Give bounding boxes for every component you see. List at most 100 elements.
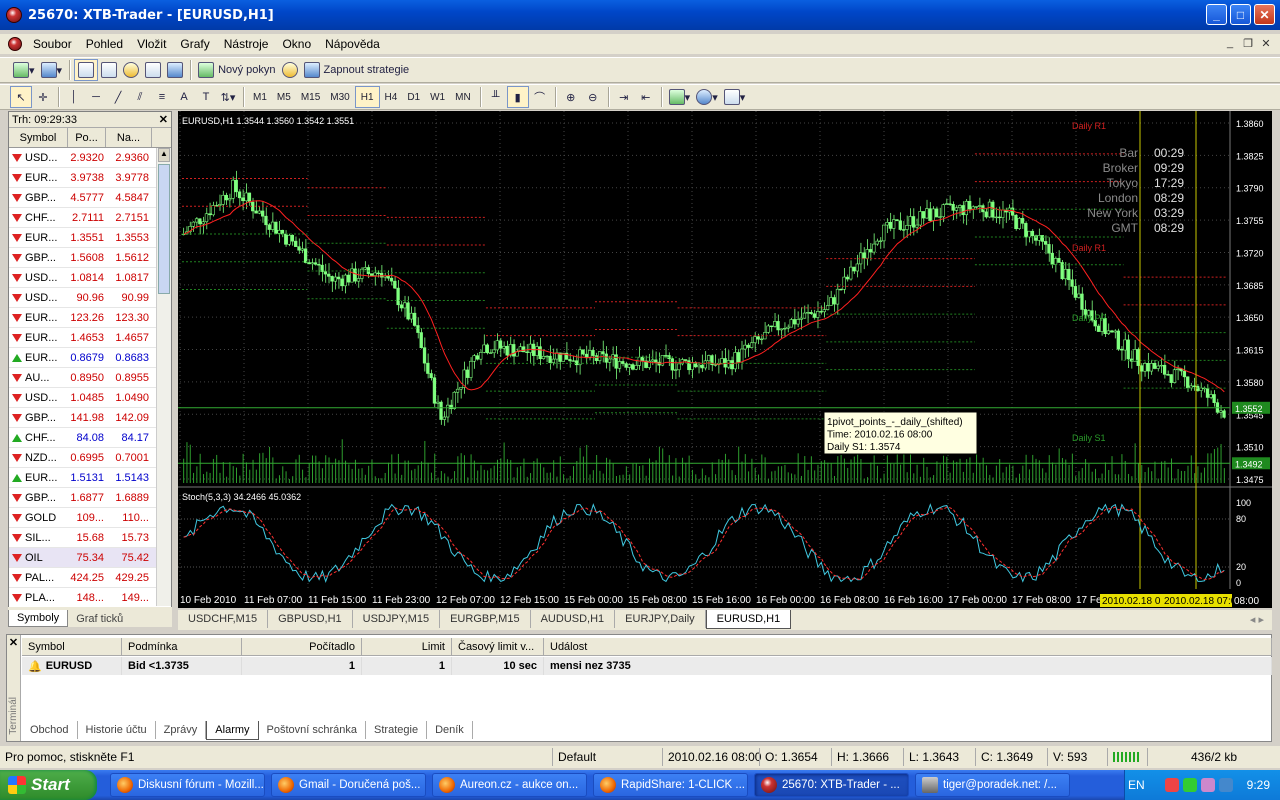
- tf-m15[interactable]: M15: [296, 86, 325, 108]
- tab-symbols[interactable]: Symboly: [8, 610, 69, 627]
- autoscroll-button[interactable]: ⇥: [613, 86, 635, 108]
- periods-clock-icon[interactable]: ▾: [693, 86, 721, 108]
- tray-network-icon[interactable]: [1182, 778, 1197, 792]
- market-watch-close-icon[interactable]: ✕: [159, 113, 171, 126]
- market-watch-row[interactable]: EUR... 1.3551 1.3553: [9, 228, 171, 248]
- task-aureon[interactable]: Aureon.cz - aukce on...: [432, 773, 587, 797]
- market-watch-row[interactable]: GBP... 141.98 142.09: [9, 408, 171, 428]
- col-condition[interactable]: Podmínka: [122, 638, 242, 655]
- language-indicator[interactable]: EN: [1128, 778, 1145, 792]
- tf-h1[interactable]: H1: [354, 86, 380, 108]
- horizontal-line-tool[interactable]: ─: [85, 86, 107, 108]
- label-tool[interactable]: T: [195, 86, 217, 108]
- menu-pohled[interactable]: Pohled: [79, 37, 130, 51]
- market-watch-row[interactable]: CHF... 84.08 84.17: [9, 428, 171, 448]
- tf-m30[interactable]: M30: [325, 86, 354, 108]
- task-firefox-forum[interactable]: Diskusní fórum - Mozill...: [110, 773, 265, 797]
- col-event[interactable]: Událost: [544, 638, 1272, 655]
- text-tool[interactable]: A: [173, 86, 195, 108]
- menu-okno[interactable]: Okno: [275, 37, 318, 51]
- tf-w1[interactable]: W1: [425, 86, 450, 108]
- market-watch-row[interactable]: CHF... 2.7111 2.7151: [9, 208, 171, 228]
- col-ask[interactable]: Na...: [106, 128, 152, 147]
- task-gmail[interactable]: Gmail - Doručená poš...: [271, 773, 426, 797]
- strategies-button[interactable]: Zapnout strategie: [301, 59, 413, 81]
- navigator-toggle[interactable]: [98, 59, 120, 81]
- alarm-row[interactable]: 🔔 EURUSD Bid <1.3735 1 1 10 sec mensi nez…: [22, 657, 1272, 675]
- candle-chart-button[interactable]: ▮: [506, 86, 529, 108]
- market-watch-row[interactable]: GBP... 4.5777 4.5847: [9, 188, 171, 208]
- crosshair-tool[interactable]: ✛: [32, 86, 54, 108]
- terminal-tab[interactable]: Obchod: [22, 721, 78, 739]
- col-symbol[interactable]: Symbol: [9, 128, 68, 147]
- chart-window[interactable]: 1.3860 1.3825 1.3790 1.3755 1.3720 1.3685 1.36…: [178, 111, 1272, 608]
- market-watch-toggle[interactable]: [74, 59, 99, 81]
- channel-tool[interactable]: ⫽: [129, 86, 151, 108]
- price-chart[interactable]: 1.3860 1.3825 1.3790 1.3755 1.3720 1.3685 1.36…: [178, 111, 1272, 608]
- terminal-tab[interactable]: Poštovní schránka: [259, 721, 367, 739]
- market-watch-row[interactable]: NZD... 0.6995 0.7001: [9, 448, 171, 468]
- col-bid[interactable]: Po...: [68, 128, 106, 147]
- trendline-tool[interactable]: ╱: [107, 86, 129, 108]
- market-watch-scrollbar[interactable]: ▲: [156, 148, 171, 606]
- task-xtb-trader[interactable]: 25670: XTB-Trader - ...: [754, 773, 909, 797]
- terminal-tab[interactable]: Zprávy: [156, 721, 207, 739]
- chart-tab[interactable]: AUDUSD,H1: [531, 610, 616, 628]
- metaeditor-button[interactable]: [279, 59, 301, 81]
- menu-nastroje[interactable]: Nástroje: [217, 37, 276, 51]
- terminal-tab[interactable]: Deník: [427, 721, 473, 739]
- tf-d1[interactable]: D1: [402, 86, 425, 108]
- market-watch-row[interactable]: USD... 2.9320 2.9360: [9, 148, 171, 168]
- chart-tab[interactable]: EURUSD,H1: [705, 610, 792, 629]
- doc-icon[interactable]: [8, 37, 22, 51]
- market-watch-row[interactable]: USD... 1.0485 1.0490: [9, 388, 171, 408]
- market-watch-row[interactable]: EUR... 0.8679 0.8683: [9, 348, 171, 368]
- line-chart-button[interactable]: ⌒: [529, 86, 551, 108]
- market-watch-row[interactable]: USD... 90.96 90.99: [9, 288, 171, 308]
- chart-tab[interactable]: EURGBP,M15: [440, 610, 531, 628]
- tester-toggle[interactable]: [164, 59, 186, 81]
- arrows-tool[interactable]: ⇅▾: [217, 86, 239, 108]
- tab-scroll-arrows-icon[interactable]: ◂ ▸: [1242, 610, 1272, 629]
- tray-update-icon[interactable]: [1218, 778, 1233, 792]
- col-counter[interactable]: Počítadlo: [242, 638, 362, 655]
- fibo-tool[interactable]: ≡: [151, 86, 173, 108]
- app-icon[interactable]: [6, 7, 22, 23]
- tf-h4[interactable]: H4: [380, 86, 403, 108]
- chart-tab[interactable]: EURJPY,Daily: [615, 610, 706, 628]
- terminal-tab[interactable]: Historie účtu: [78, 721, 156, 739]
- zoom-in-icon[interactable]: ⊕: [560, 86, 582, 108]
- terminal-tab[interactable]: Alarmy: [206, 721, 259, 740]
- market-watch-row[interactable]: GBP... 1.6877 1.6889: [9, 488, 171, 508]
- market-watch-row[interactable]: SIL... 15.68 15.73: [9, 528, 171, 548]
- tab-tick-chart[interactable]: Graf ticků: [68, 611, 131, 627]
- market-watch-row[interactable]: EUR... 1.4653 1.4657: [9, 328, 171, 348]
- col-timeout[interactable]: Časový limit v...: [452, 638, 544, 655]
- bar-chart-button[interactable]: ╨: [485, 86, 507, 108]
- tf-m1[interactable]: M1: [248, 86, 272, 108]
- terminal-close-icon[interactable]: ✕: [7, 636, 20, 649]
- chart-shift-button[interactable]: ⇤: [635, 86, 657, 108]
- task-terminal-ssh[interactable]: tiger@poradek.net: /...: [915, 773, 1070, 797]
- terminal-toggle[interactable]: [142, 59, 164, 81]
- market-watch-row[interactable]: USD... 1.0814 1.0817: [9, 268, 171, 288]
- new-order-button[interactable]: Nový pokyn: [195, 59, 278, 81]
- vertical-line-tool[interactable]: │: [63, 86, 85, 108]
- templates-button[interactable]: ▾: [721, 86, 749, 108]
- chart-tab[interactable]: USDCHF,M15: [178, 610, 269, 628]
- market-watch-row[interactable]: EUR... 1.5131 1.5143: [9, 468, 171, 488]
- terminal-tab[interactable]: Strategie: [366, 721, 428, 739]
- cursor-tool[interactable]: ↖: [10, 86, 32, 108]
- menu-soubor[interactable]: Soubor: [26, 37, 79, 51]
- menu-grafy[interactable]: Grafy: [173, 37, 216, 51]
- chart-tab[interactable]: GBPUSD,H1: [268, 610, 353, 628]
- market-watch-row[interactable]: PAL... 424.25 429.25: [9, 568, 171, 588]
- market-watch-row[interactable]: PLA... 148... 149...: [9, 588, 171, 608]
- tf-m5[interactable]: M5: [272, 86, 296, 108]
- minimize-button[interactable]: _: [1206, 4, 1227, 25]
- mdi-minimize-button[interactable]: _: [1222, 36, 1238, 50]
- mdi-close-button[interactable]: ✕: [1258, 36, 1274, 50]
- tf-mn[interactable]: MN: [450, 86, 476, 108]
- close-button[interactable]: ✕: [1254, 4, 1275, 25]
- profiles-button[interactable]: ▾: [38, 59, 66, 81]
